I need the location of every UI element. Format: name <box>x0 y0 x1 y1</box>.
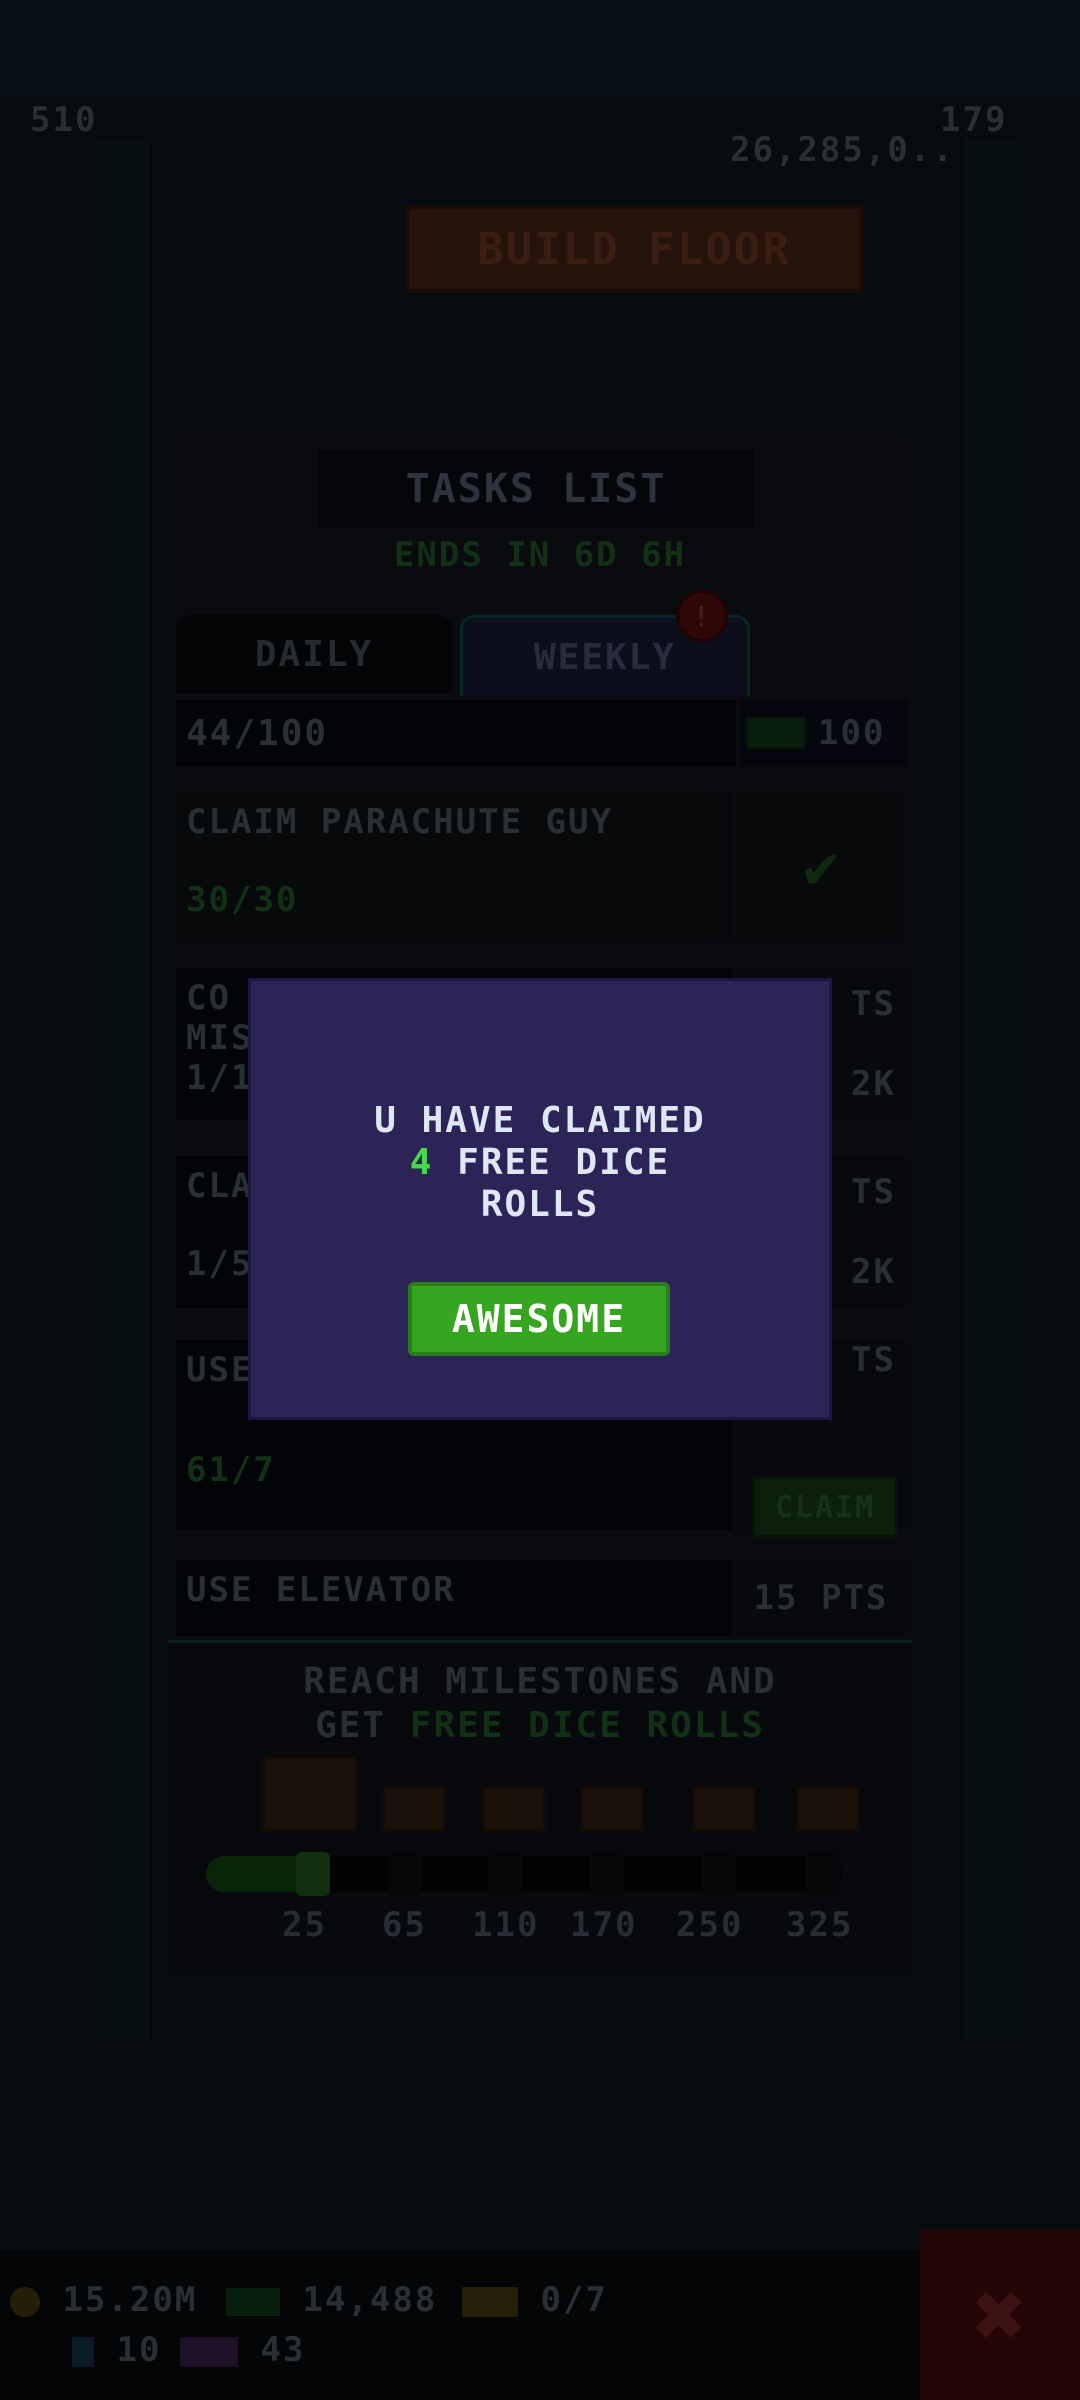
message-line2: 4 FREE DICE <box>248 1142 832 1184</box>
message-line1: U HAVE CLAIMED <box>374 1100 706 1141</box>
message-line2-text: FREE DICE <box>457 1142 671 1183</box>
reward-message: U HAVE CLAIMED 4 FREE DICE ROLLS <box>248 1100 832 1226</box>
awesome-button[interactable]: AWESOME <box>408 1282 670 1356</box>
message-line3: ROLLS <box>480 1184 600 1225</box>
reward-count: 4 <box>409 1142 434 1183</box>
